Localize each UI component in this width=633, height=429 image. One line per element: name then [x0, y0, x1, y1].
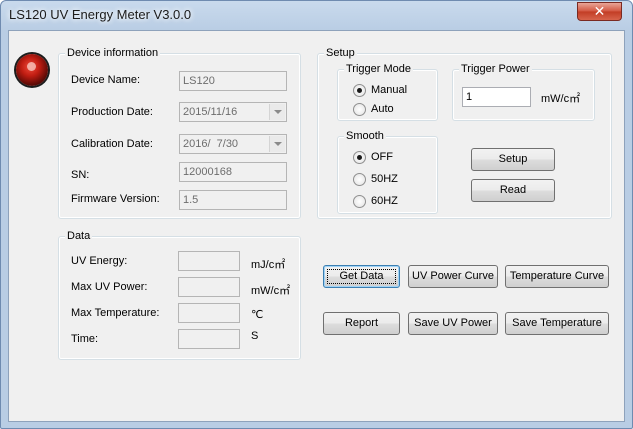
- title-bar[interactable]: LS120 UV Energy Meter V3.0.0 ✕: [1, 1, 632, 29]
- uv-energy-label: UV Energy:: [71, 255, 128, 267]
- uv-energy-field: [178, 251, 240, 271]
- chevron-down-icon: [269, 136, 285, 152]
- radio-60hz-label: 60HZ: [371, 195, 398, 207]
- trigger-power-group: Trigger Power 1 mW/c㎡: [452, 62, 595, 121]
- device-info-legend: Device information: [65, 46, 161, 60]
- firmware-version-label: Firmware Version:: [71, 193, 160, 205]
- calibration-date-select: 2016/ 7/30: [179, 134, 287, 154]
- trigger-mode-legend: Trigger Mode: [344, 62, 414, 76]
- max-temperature-unit: ℃: [251, 309, 264, 321]
- temperature-curve-button[interactable]: Temperature Curve: [505, 265, 609, 288]
- radio-auto-button[interactable]: [353, 103, 366, 116]
- device-name-field: LS120: [179, 71, 287, 91]
- setup-group: Setup Trigger Mode Manual Auto Trigger P…: [317, 46, 612, 219]
- radio-manual[interactable]: Manual: [353, 83, 433, 99]
- production-date-select: 2015/11/16: [179, 102, 287, 122]
- focus-rect: [327, 269, 396, 284]
- radio-50hz[interactable]: 50HZ: [353, 172, 433, 188]
- radio-auto-label: Auto: [371, 103, 394, 115]
- radio-60hz-button[interactable]: [353, 195, 366, 208]
- setup-legend: Setup: [324, 46, 357, 60]
- radio-off-button[interactable]: [353, 151, 366, 164]
- client-area: Device information Device Name: LS120 Pr…: [8, 30, 625, 422]
- uv-power-curve-button[interactable]: UV Power Curve: [408, 265, 498, 288]
- radio-60hz[interactable]: 60HZ: [353, 194, 433, 210]
- get-data-button[interactable]: Get Data: [323, 265, 400, 288]
- app-logo: [16, 54, 48, 86]
- radio-off[interactable]: OFF: [353, 150, 433, 166]
- save-uv-power-button[interactable]: Save UV Power: [408, 312, 498, 335]
- time-field: [178, 329, 240, 349]
- close-icon: ✕: [593, 3, 606, 19]
- radio-auto[interactable]: Auto: [353, 102, 433, 118]
- close-button[interactable]: ✕: [577, 2, 622, 21]
- sn-field: 12000168: [179, 162, 287, 182]
- trigger-power-legend: Trigger Power: [459, 62, 532, 76]
- device-info-group: Device information Device Name: LS120 Pr…: [58, 46, 301, 219]
- sn-label: SN:: [71, 169, 90, 181]
- trigger-power-input[interactable]: 1: [462, 87, 531, 107]
- smooth-group: Smooth OFF 50HZ 60HZ: [337, 129, 438, 214]
- max-temperature-label: Max Temperature:: [71, 307, 160, 319]
- max-uv-power-label: Max UV Power:: [71, 281, 148, 293]
- read-button[interactable]: Read: [471, 179, 555, 202]
- setup-button[interactable]: Setup: [471, 148, 555, 171]
- calibration-date-label: Calibration Date:: [71, 138, 153, 150]
- time-unit: S: [251, 330, 259, 342]
- data-legend: Data: [65, 229, 93, 243]
- uv-energy-unit: mJ/c㎡: [251, 259, 286, 271]
- chevron-down-icon: [269, 104, 285, 120]
- radio-manual-button[interactable]: [353, 84, 366, 97]
- device-name-label: Device Name:: [71, 74, 141, 86]
- app-window: LS120 UV Energy Meter V3.0.0 ✕ Device in…: [0, 0, 633, 429]
- window-title: LS120 UV Energy Meter V3.0.0: [9, 7, 192, 22]
- report-button[interactable]: Report: [323, 312, 400, 335]
- radio-50hz-button[interactable]: [353, 173, 366, 186]
- max-uv-power-unit: mW/c㎡: [251, 285, 291, 297]
- radio-off-label: OFF: [371, 151, 393, 163]
- production-date-value: 2015/11/16: [183, 106, 238, 118]
- production-date-label: Production Date:: [71, 106, 153, 118]
- max-temperature-field: [178, 303, 240, 323]
- calibration-date-value: 2016/ 7/30: [183, 138, 239, 150]
- radio-50hz-label: 50HZ: [371, 173, 398, 185]
- trigger-mode-group: Trigger Mode Manual Auto: [337, 62, 438, 121]
- data-group: Data UV Energy: mJ/c㎡ Max UV Power: mW/c…: [58, 229, 301, 360]
- time-label: Time:: [71, 333, 99, 345]
- max-uv-power-field: [178, 277, 240, 297]
- save-temperature-button[interactable]: Save Temperature: [505, 312, 609, 335]
- trigger-power-unit: mW/c㎡: [541, 93, 581, 105]
- firmware-version-field: 1.5: [179, 190, 287, 210]
- smooth-legend: Smooth: [344, 129, 386, 143]
- radio-manual-label: Manual: [371, 84, 408, 96]
